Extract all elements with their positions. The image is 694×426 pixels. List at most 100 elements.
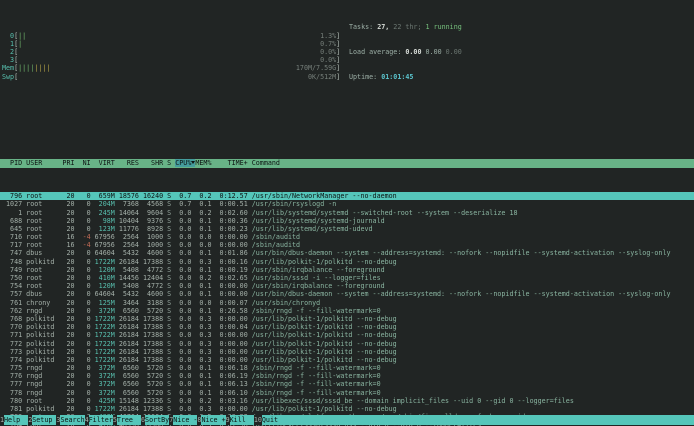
fkey-nice[interactable]: 8Nice + (197, 415, 225, 425)
virt-cell: 372M (91, 364, 115, 372)
process-row[interactable]: 716 root 16 -4 67956 2564 1000 S 0.0 0.0… (0, 233, 694, 241)
mem-percent-cell: 0.1 (195, 389, 215, 397)
fkey-quit[interactable]: 10Quit (254, 415, 286, 425)
process-row[interactable]: 749 root 20 0 120M 5408 4772 S 0.0 0.1 0… (0, 266, 694, 274)
cpu-meter-0[interactable]: 0[||1.3%] (2, 32, 694, 40)
priority-cell: 20 (62, 282, 74, 290)
virt-cell: 67956 (91, 241, 115, 249)
fkey-help[interactable]: 1Help (0, 415, 28, 425)
process-row[interactable]: 747 dbus 20 0 64604 5432 4600 S 0.0 0.1 … (0, 249, 694, 257)
shr-cell: 9604 (139, 209, 163, 217)
process-row[interactable]: 748 polkitd 20 0 1722M 26184 17388 S 0.0… (0, 258, 694, 266)
process-row[interactable]: 688 root 20 0 98M 10404 9376 S 0.0 0.1 0… (0, 217, 694, 225)
load-1min: 0.00 (405, 48, 425, 56)
command-cell: /usr/lib/polkit-1/polkitd --no-debug (252, 340, 397, 348)
cpu-meter-3[interactable]: 3[0.0%] (2, 56, 694, 64)
cpu-percent-cell: 0.0 (175, 340, 195, 348)
process-row[interactable]: 775 rngd 20 0 372M 6560 5720 S 0.0 0.1 0… (0, 364, 694, 372)
process-row[interactable]: 770 polkitd 20 0 1722M 26184 17388 S 0.0… (0, 323, 694, 331)
process-row[interactable]: 796 root 20 0 659M 18576 16240 S 0.7 0.2… (0, 192, 694, 200)
process-row[interactable]: 780 root 20 0 425M 15148 12336 S 0.0 0.2… (0, 397, 694, 405)
process-row[interactable]: 774 polkitd 20 0 1722M 26184 17388 S 0.0… (0, 356, 694, 364)
fkey-search[interactable]: 3Search (56, 415, 84, 425)
cpu-meter-1-value: 0.7% (320, 40, 336, 48)
priority-cell: 20 (62, 364, 74, 372)
pid-cell: 749 (2, 266, 26, 274)
memory-meter[interactable]: Mem[||||||||170M/7.59G] (2, 64, 694, 72)
fkey-filter[interactable]: 4Filter (85, 415, 113, 425)
header-pri: PRI (62, 159, 74, 167)
column-header-row[interactable]: PID USER PRI NI VIRT RES SHR S CPU% MEM%… (0, 159, 694, 167)
process-row[interactable]: 778 rngd 20 0 372M 6560 5720 S 0.0 0.1 0… (0, 389, 694, 397)
priority-cell: 20 (62, 266, 74, 274)
process-row[interactable]: 773 polkitd 20 0 1722M 26184 17388 S 0.0… (0, 348, 694, 356)
res-cell: 3464 (115, 299, 139, 307)
res-cell: 26184 (115, 348, 139, 356)
process-row[interactable]: 777 rngd 20 0 372M 6560 5720 S 0.0 0.1 0… (0, 380, 694, 388)
memory-meter-bar-segment: |||| (18, 64, 34, 72)
pid-cell: 748 (2, 258, 26, 266)
cpu-meter-2-value: 0.0% (320, 48, 336, 56)
fkey-sortby[interactable]: 6SortBy (141, 415, 169, 425)
priority-cell: 20 (62, 290, 74, 298)
header-user: USER (26, 159, 62, 167)
fkey-setup[interactable]: 2Setup (28, 415, 56, 425)
command-cell: /usr/lib/polkit-1/polkitd --no-debug (252, 356, 397, 364)
res-cell: 11776 (115, 225, 139, 233)
cpu-meter-3-body: 0.0% (18, 56, 336, 64)
header-mem: MEM% (195, 159, 215, 167)
fkey-kill[interactable]: 9Kill (226, 415, 254, 425)
meter-close-bracket: ] (336, 40, 340, 48)
virt-cell: 372M (91, 372, 115, 380)
memory-meter-bar-segment: |||| (34, 64, 50, 72)
cpu-percent-cell: 0.0 (175, 299, 195, 307)
process-row[interactable]: 776 rngd 20 0 372M 6560 5720 S 0.0 0.1 0… (0, 372, 694, 380)
process-row[interactable]: 762 rngd 20 0 372M 6560 5720 S 0.0 0.1 0… (0, 307, 694, 315)
cpu-percent-cell: 0.0 (175, 217, 195, 225)
state-cell: S (163, 200, 175, 208)
swap-meter-label: Swp (2, 73, 14, 81)
shr-cell: 16240 (139, 192, 163, 200)
nice-cell: 0 (75, 380, 91, 388)
process-row[interactable]: 772 polkitd 20 0 1722M 26184 17388 S 0.0… (0, 340, 694, 348)
cpu-meter-2[interactable]: 2[0.0%] (2, 48, 694, 56)
cpu-meter-1-bar-segment: | (18, 40, 22, 48)
priority-cell: 20 (62, 372, 74, 380)
time-cell: 0:06.19 (216, 372, 252, 380)
process-row[interactable]: 645 root 20 0 123M 11776 8928 S 0.0 0.1 … (0, 225, 694, 233)
process-row[interactable]: 757 dbus 20 0 64604 5432 4600 S 0.0 0.1 … (0, 290, 694, 298)
shr-cell: 8928 (139, 225, 163, 233)
process-row[interactable]: 771 polkitd 20 0 1722M 26184 17388 S 0.0… (0, 331, 694, 339)
fkey-label: Help (4, 415, 28, 425)
fkey-nice[interactable]: 7Nice - (169, 415, 197, 425)
virt-cell: 125M (91, 299, 115, 307)
process-row[interactable]: 768 polkitd 20 0 1722M 26184 17388 S 0.0… (0, 315, 694, 323)
process-row[interactable]: 1 root 20 0 245M 14064 9604 S 0.0 0.2 0:… (0, 209, 694, 217)
priority-cell: 20 (62, 209, 74, 217)
virt-cell: 98M (91, 217, 115, 225)
pid-cell: 772 (2, 340, 26, 348)
process-row[interactable]: 761 chrony 20 0 125M 3464 3188 S 0.0 0.0… (0, 299, 694, 307)
pid-cell: 768 (2, 315, 26, 323)
time-cell: 0:00.00 (216, 282, 252, 290)
process-row[interactable]: 781 polkitd 20 0 1722M 26184 17388 S 0.0… (0, 405, 694, 413)
header-cpu-sort-column[interactable]: CPU% (175, 159, 195, 167)
shr-cell: 17388 (139, 315, 163, 323)
cpu-meter-1[interactable]: 1[|0.7%] (2, 40, 694, 48)
shr-cell: 4568 (139, 200, 163, 208)
swap-meter[interactable]: Swp[0K/512M] (2, 73, 694, 81)
user-cell: polkitd (26, 315, 62, 323)
process-row[interactable]: 754 root 20 0 120M 5408 4772 S 0.0 0.1 0… (0, 282, 694, 290)
process-row[interactable]: 1027 root 20 0 204M 7368 4568 S 0.7 0.1 … (0, 200, 694, 208)
mem-percent-cell: 0.3 (195, 323, 215, 331)
pid-cell: 716 (2, 233, 26, 241)
memory-meter-body: ||||||||170M/7.59G (18, 64, 336, 72)
mem-percent-cell: 0.3 (195, 340, 215, 348)
tasks-count: 27, (377, 23, 393, 31)
fkey-tree[interactable]: 5Tree (113, 415, 141, 425)
process-row[interactable]: 717 root 16 -4 67956 2564 1000 S 0.0 0.0… (0, 241, 694, 249)
time-cell: 0:00.00 (216, 348, 252, 356)
process-row[interactable]: 750 root 20 0 410M 14456 12404 S 0.0 0.2… (0, 274, 694, 282)
time-cell: 0:06.10 (216, 389, 252, 397)
command-cell: /usr/lib/systemd/systemd-journald (252, 217, 385, 225)
